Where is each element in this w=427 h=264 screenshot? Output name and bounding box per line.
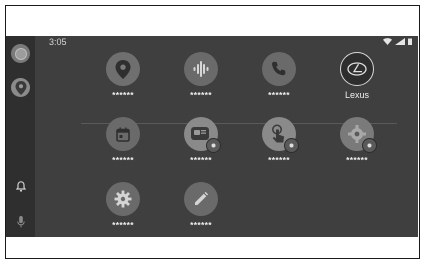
phone-icon — [272, 61, 286, 76]
app-icon-bg — [340, 117, 377, 153]
app-label: ****** — [190, 220, 212, 230]
app-icon-bg — [262, 117, 299, 153]
calendar-icon — [116, 127, 130, 142]
app-maps[interactable]: ****** — [88, 52, 158, 101]
carplay-screen: 3:05 ****** ****** ****** Lexus ****** *… — [6, 36, 418, 237]
microphone-icon — [16, 215, 25, 227]
app-icon-bg — [106, 117, 140, 151]
badge-icon — [362, 138, 377, 153]
app-settings-badge[interactable]: ****** — [322, 117, 392, 166]
rail-maps-button[interactable] — [11, 78, 30, 97]
app-messaging[interactable]: ****** — [166, 117, 236, 166]
app-label: ****** — [112, 90, 134, 100]
app-icon-bg — [184, 52, 218, 86]
app-settings[interactable]: ****** — [88, 182, 158, 231]
app-label: ****** — [112, 220, 134, 230]
app-grid: ****** ****** ****** Lexus ****** ******… — [35, 36, 418, 237]
app-label: ****** — [268, 155, 290, 165]
map-pin-icon — [115, 59, 131, 79]
bell-icon — [15, 181, 26, 192]
app-lexus[interactable]: Lexus — [322, 52, 392, 101]
app-label: ****** — [190, 155, 212, 165]
badge-icon — [206, 138, 221, 153]
app-label: ****** — [190, 90, 212, 100]
map-pin-icon — [15, 80, 26, 95]
home-button[interactable] — [11, 44, 30, 63]
app-calendar[interactable]: ****** — [88, 117, 158, 166]
app-icon-bg — [106, 182, 140, 216]
side-rail — [6, 36, 35, 237]
app-icon-bg — [106, 52, 140, 86]
app-label: ****** — [268, 90, 290, 100]
audio-wave-icon — [193, 61, 209, 77]
voice-button[interactable] — [11, 212, 30, 231]
app-icon-bg — [184, 182, 218, 216]
app-icon-bg — [262, 52, 296, 86]
pencil-icon — [195, 191, 209, 205]
app-label: ****** — [346, 155, 368, 165]
app-label: Lexus — [344, 90, 370, 100]
app-icon-bg — [184, 117, 221, 153]
app-touch[interactable]: ****** — [244, 117, 314, 166]
notifications-button[interactable] — [11, 177, 30, 196]
app-notes[interactable]: ****** — [166, 182, 236, 231]
app-icon-bg — [340, 52, 374, 86]
home-icon — [14, 47, 27, 60]
app-label: ****** — [112, 155, 134, 165]
badge-icon — [284, 138, 299, 153]
app-podcasts[interactable]: ****** — [166, 52, 236, 101]
app-phone[interactable]: ****** — [244, 52, 314, 101]
gear-icon — [114, 190, 132, 208]
lexus-logo-icon — [347, 62, 367, 76]
